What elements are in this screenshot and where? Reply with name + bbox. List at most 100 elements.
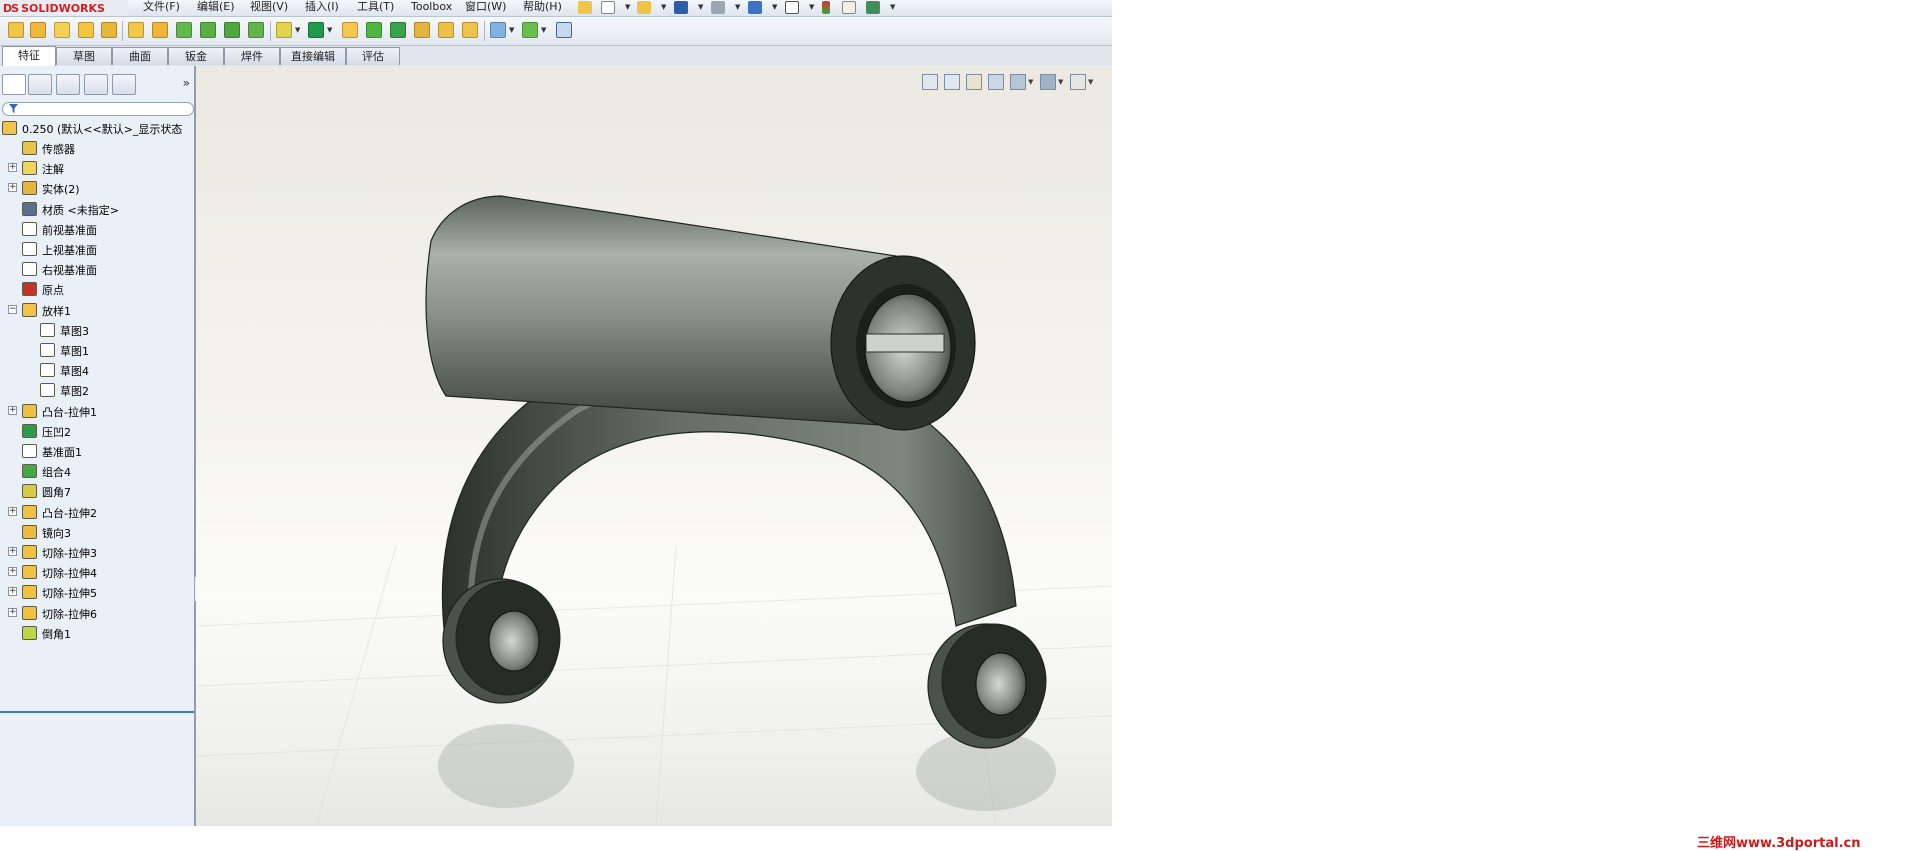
shell-icon[interactable] [390,22,406,38]
feature-tree-filter[interactable] [2,102,194,116]
expand-panel-icon[interactable]: » [183,76,190,90]
tab-direct-editing[interactable]: 直接编辑 [280,47,346,65]
curves-icon[interactable] [522,22,538,38]
chevron-down-icon[interactable]: ▼ [661,3,666,11]
expand-toggle-icon[interactable]: + [8,587,17,597]
chevron-down-icon[interactable]: ▼ [625,3,630,11]
chevron-down-icon[interactable]: ▼ [327,26,332,34]
tree-item[interactable]: 压凹2 [0,421,196,441]
chevron-down-icon[interactable]: ▼ [295,26,300,34]
tree-item[interactable]: + 切除-拉伸6 [0,603,196,623]
tree-item[interactable]: 基准面1 [0,441,196,461]
tree-item[interactable]: + 凸台-拉伸1 [0,401,196,421]
linear-pattern-icon[interactable] [308,22,324,38]
draft-icon[interactable] [366,22,382,38]
expand-toggle-icon[interactable]: + [8,607,17,617]
instant3d-icon[interactable] [556,22,572,38]
tab-weldments[interactable]: 焊件 [224,47,280,65]
tree-item[interactable]: − 放样1 [0,300,196,320]
expand-toggle-icon[interactable]: + [8,567,17,577]
display-style-icon[interactable] [1040,74,1056,90]
tree-item[interactable]: 材质 <未指定> [0,199,196,219]
previous-view-icon[interactable] [966,74,982,90]
extruded-boss-icon[interactable] [8,22,24,38]
chevron-down-icon[interactable]: ▼ [772,3,777,11]
expand-toggle-icon[interactable]: + [8,183,17,193]
rebuild-icon[interactable] [822,1,830,14]
tab-sketch[interactable]: 草图 [56,47,112,65]
save-icon[interactable] [674,1,688,14]
hole-wizard-icon[interactable] [152,22,168,38]
boundary-boss-icon[interactable] [101,22,117,38]
expand-toggle-icon[interactable]: + [8,405,17,415]
chevron-down-icon[interactable]: ▼ [1028,78,1033,86]
tree-item[interactable]: 原点 [0,279,196,299]
collapse-toggle-icon[interactable]: − [8,304,17,314]
configuration-manager-tab-icon[interactable] [56,74,80,95]
reference-geometry-icon[interactable] [490,22,506,38]
hide-show-items-icon[interactable] [1070,74,1086,90]
menu-file[interactable]: 文件(F) [143,0,180,16]
extruded-cut-icon[interactable] [128,22,144,38]
tree-item[interactable]: + 切除-拉伸4 [0,562,196,582]
menu-edit[interactable]: 编辑(E) [197,0,235,16]
tree-item[interactable]: 草图1 [0,340,196,360]
chevron-down-icon[interactable]: ▼ [698,3,703,11]
dimxpert-manager-tab-icon[interactable] [84,74,108,95]
open-folder-icon[interactable] [637,1,651,14]
expand-toggle-icon[interactable]: + [8,506,17,516]
tree-item[interactable]: 倒角1 [0,623,196,643]
expand-toggle-icon[interactable]: + [8,547,17,556]
tree-root-part[interactable]: 0.250 (默认<<默认>_显示状态 [0,118,196,138]
graphics-area[interactable]: ▼ ▼ ▼ [196,66,1112,826]
tree-item[interactable]: 圆角7 [0,481,196,501]
swept-boss-icon[interactable] [54,22,70,38]
expand-toggle-icon[interactable]: + [8,163,17,173]
chevron-down-icon[interactable]: ▼ [1058,78,1063,86]
property-manager-tab-icon[interactable] [28,74,52,95]
wrap-icon[interactable] [414,22,430,38]
revolved-boss-icon[interactable] [30,22,46,38]
select-arrow-icon[interactable] [785,1,799,14]
feature-manager-tab-icon[interactable] [2,74,26,95]
lofted-boss-icon[interactable] [78,22,94,38]
rollback-bar[interactable] [0,711,194,713]
section-view-icon[interactable] [988,74,1004,90]
tree-item[interactable]: + 注解 [0,158,196,178]
tree-item[interactable]: + 切除-拉伸5 [0,582,196,602]
tab-surfaces[interactable]: 曲面 [112,47,168,65]
chevron-down-icon[interactable]: ▼ [541,26,546,34]
tree-item[interactable]: 上视基准面 [0,239,196,259]
menu-view[interactable]: 视图(V) [250,0,288,16]
view-orientation-icon[interactable] [1010,74,1026,90]
revolved-cut-icon[interactable] [176,22,192,38]
tab-sheet-metal[interactable]: 钣金 [168,47,224,65]
tree-item[interactable]: 传感器 [0,138,196,158]
menu-toolbox[interactable]: Toolbox [411,0,452,16]
tree-item[interactable]: 草图3 [0,320,196,340]
tree-item[interactable]: + 凸台-拉伸2 [0,502,196,522]
intersect-icon[interactable] [438,22,454,38]
tree-item[interactable]: 镜向3 [0,522,196,542]
chevron-down-icon[interactable]: ▼ [890,3,895,11]
undo-icon[interactable] [748,1,762,14]
rib-icon[interactable] [342,22,358,38]
tree-item[interactable]: + 切除-拉伸3 [0,542,196,562]
swept-cut-icon[interactable] [200,22,216,38]
pin-icon[interactable] [578,1,592,14]
zoom-to-area-icon[interactable] [944,74,960,90]
zoom-to-fit-icon[interactable] [922,74,938,90]
mirror-icon[interactable] [462,22,478,38]
boundary-cut-icon[interactable] [248,22,264,38]
print-icon[interactable] [711,1,725,14]
chevron-down-icon[interactable]: ▼ [1088,78,1093,86]
tab-evaluate[interactable]: 评估 [346,47,400,65]
chevron-down-icon[interactable]: ▼ [509,26,514,34]
chevron-down-icon[interactable]: ▼ [809,3,814,11]
display-manager-tab-icon[interactable] [112,74,136,95]
lofted-cut-icon[interactable] [224,22,240,38]
menu-tools[interactable]: 工具(T) [357,0,394,16]
options-icon[interactable] [866,1,880,14]
chevron-down-icon[interactable]: ▼ [735,3,740,11]
tree-item[interactable]: 组合4 [0,461,196,481]
